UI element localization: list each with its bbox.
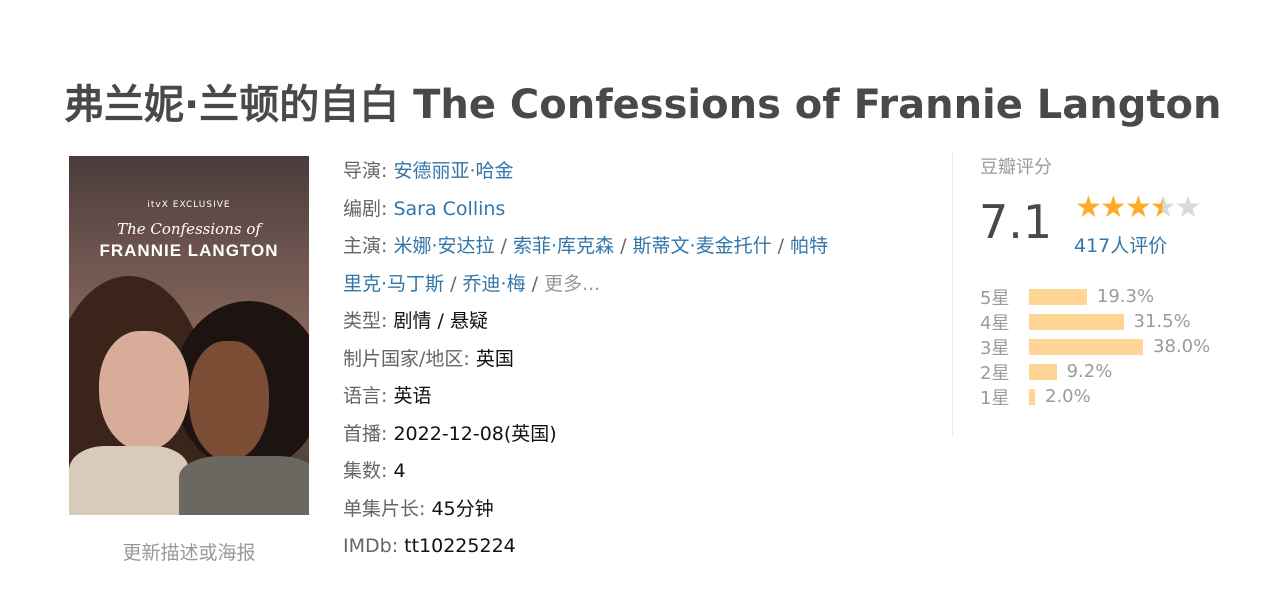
poster-figure-left-face	[99, 331, 189, 451]
rating-bar-row: 1星 2.0%	[980, 384, 1210, 409]
cast-link[interactable]: 帕特	[790, 235, 828, 257]
rating-bar-percent: 19.3%	[1096, 286, 1155, 307]
rating-bar-label: 1星	[980, 387, 1010, 409]
rating-bar-row: 3星 38.0%	[980, 334, 1210, 359]
poster-subtitle: The Confessions of	[117, 220, 261, 238]
genre-value: 剧情 / 悬疑	[393, 310, 488, 332]
writer-label: 编剧	[343, 197, 382, 220]
imdb-label: IMDb	[343, 535, 392, 557]
rating-bar-label: 2星	[980, 362, 1010, 384]
poster-image[interactable]: itvX EXCLUSIVE The Confessions of FRANNI…	[69, 156, 309, 515]
info-panel: 导演: 安德丽亚·哈金 编剧: Sara Collins 主演: 米娜·安达拉 …	[343, 153, 828, 566]
cast-label: 主演	[343, 235, 382, 257]
rating-bar-fill	[1029, 338, 1143, 355]
rating-bar-row: 2星 9.2%	[980, 359, 1210, 384]
rating-bar-row: 5星 19.3%	[980, 284, 1210, 309]
premiere-label: 首播	[343, 422, 382, 445]
poster-figure-left-dress	[69, 446, 189, 515]
poster-brand-logo: itvX EXCLUSIVE	[147, 200, 231, 210]
rating-panel: 豆瓣评分 7.1 ★★★★★ 417人评价 5星 19.3% 4星 31.5% …	[952, 153, 1253, 436]
language-label: 语言	[343, 385, 382, 407]
rating-bar-label: 4星	[980, 312, 1010, 334]
poster-figure-right-face	[189, 341, 269, 461]
update-poster-link[interactable]: 更新描述或海报	[69, 538, 309, 565]
country-label: 制片国家/地区	[343, 347, 464, 370]
director-row: 导演: 安德丽亚·哈金	[343, 160, 514, 182]
writer-row: 编剧: Sara Collins	[343, 197, 506, 220]
poster-title: FRANNIE LANGTON	[99, 241, 279, 260]
star-full-icon: ★	[1075, 190, 1102, 225]
episodes-value: 4	[393, 460, 406, 482]
rating-bar-fill	[1029, 388, 1035, 405]
cast-link[interactable]: 里克·马丁斯	[343, 273, 444, 295]
episodes-row: 集数: 4	[343, 460, 406, 482]
episodes-label: 集数	[343, 460, 382, 482]
director-link[interactable]: 安德丽亚·哈金	[393, 160, 513, 182]
rating-score: 7.1	[979, 195, 1053, 249]
runtime-label: 单集片长	[343, 497, 420, 520]
imdb-row: IMDb: tt10225224	[343, 535, 516, 557]
star-half-icon: ★	[1149, 190, 1177, 225]
runtime-row: 单集片长: 45分钟	[343, 497, 494, 520]
rating-bar-row: 4星 31.5%	[980, 309, 1210, 334]
rating-bar-label: 5星	[980, 287, 1010, 309]
cast-link[interactable]: 斯蒂文·麦金托什	[633, 235, 772, 257]
premiere-value: 2022-12-08(英国)	[393, 422, 557, 445]
page-title: 弗兰妮·兰顿的自白 The Confessions of Frannie Lan…	[64, 82, 1222, 128]
rating-bar-fill	[1029, 363, 1057, 380]
cast-link[interactable]: 米娜·安达拉	[393, 235, 494, 257]
genre-row: 类型: 剧情 / 悬疑	[343, 310, 488, 332]
star-full-icon: ★	[1124, 190, 1152, 225]
poster-figure-right-dress	[179, 456, 309, 515]
rating-stars: ★★★★★	[1075, 190, 1202, 225]
rating-bar-percent: 2.0%	[1045, 386, 1091, 407]
country-value: 英国	[475, 347, 514, 370]
cast-link[interactable]: 乔迪·梅	[463, 273, 526, 295]
country-row: 制片国家/地区: 英国	[343, 347, 514, 370]
imdb-value: tt10225224	[404, 535, 516, 557]
writer-link[interactable]: Sara Collins	[393, 198, 505, 220]
rating-title: 豆瓣评分	[980, 157, 1052, 178]
rating-bar-percent: 38.0%	[1153, 336, 1211, 357]
rating-bar-label: 3星	[980, 337, 1010, 359]
rating-bar-percent: 9.2%	[1066, 361, 1113, 382]
rating-bar-fill	[1029, 288, 1087, 305]
rating-breakdown: 5星 19.3% 4星 31.5% 3星 38.0% 2星 9.2% 1星 2.…	[980, 284, 1210, 409]
rating-bar-fill	[1029, 313, 1124, 330]
cast-more-link[interactable]: 更多...	[544, 273, 600, 295]
cast-row-continued: 里克·马丁斯 / 乔迪·梅 / 更多...	[343, 272, 601, 295]
star-full-icon: ★	[1099, 190, 1127, 225]
runtime-value: 45分钟	[431, 497, 494, 520]
rating-bar-percent: 31.5%	[1133, 311, 1191, 332]
rating-votes-link[interactable]: 417人评价	[1074, 231, 1167, 258]
cast-link[interactable]: 索菲·库克森	[513, 235, 614, 257]
cast-row: 主演: 米娜·安达拉 / 索菲·库克森 / 斯蒂文·麦金托什 / 帕特	[343, 235, 829, 257]
director-label: 导演	[343, 160, 382, 182]
genre-label: 类型	[343, 310, 382, 332]
language-value: 英语	[393, 385, 432, 407]
premiere-row: 首播: 2022-12-08(英国)	[343, 422, 557, 445]
star-empty-icon: ★	[1174, 190, 1202, 225]
language-row: 语言: 英语	[343, 385, 432, 407]
